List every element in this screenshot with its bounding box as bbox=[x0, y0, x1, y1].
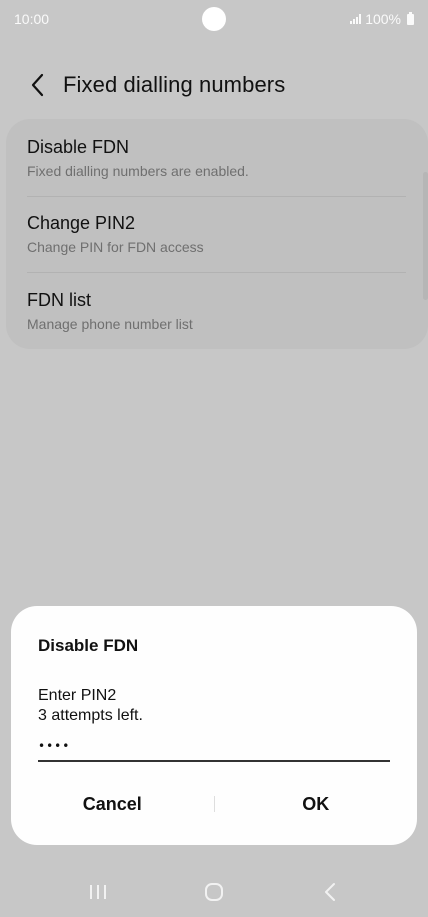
settings-item-change-pin2[interactable]: Change PIN2 Change PIN for FDN access bbox=[27, 196, 407, 272]
dialog-buttons: Cancel OK bbox=[11, 782, 417, 826]
navigation-bar bbox=[0, 866, 428, 917]
chevron-left-icon bbox=[31, 73, 44, 97]
status-time: 10:00 bbox=[14, 11, 50, 27]
dialog-title: Disable FDN bbox=[38, 636, 139, 655]
home-button[interactable] bbox=[184, 868, 244, 916]
dialog-message-attempts: 3 attempts left. bbox=[38, 707, 143, 724]
home-icon bbox=[205, 882, 223, 901]
cancel-button[interactable]: Cancel bbox=[11, 782, 214, 826]
settings-item-subtitle: Fixed dialling numbers are enabled. bbox=[27, 163, 249, 179]
settings-item-subtitle: Change PIN for FDN access bbox=[27, 239, 204, 255]
dialog-message: Enter PIN2 3 attempts left. bbox=[38, 686, 143, 726]
settings-item-title: FDN list bbox=[27, 290, 91, 310]
page-title: Fixed dialling numbers bbox=[63, 72, 286, 97]
ok-button[interactable]: OK bbox=[215, 782, 418, 826]
signal-icon bbox=[350, 14, 362, 24]
recent-apps-button[interactable] bbox=[68, 868, 128, 916]
settings-item-title: Change PIN2 bbox=[27, 213, 136, 233]
dialog-message-prompt: Enter PIN2 bbox=[38, 687, 117, 704]
recent-apps-icon bbox=[90, 884, 106, 899]
status-indicators: 100% bbox=[350, 11, 414, 27]
back-button[interactable] bbox=[20, 67, 56, 103]
disable-fdn-dialog: Disable FDN Enter PIN2 3 attempts left. … bbox=[11, 606, 417, 845]
battery-icon bbox=[407, 11, 414, 25]
nav-back-button[interactable] bbox=[300, 868, 360, 916]
settings-item-fdn-list[interactable]: FDN list Manage phone number list bbox=[27, 272, 407, 348]
settings-item-disable-fdn[interactable]: Disable FDN Fixed dialling numbers are e… bbox=[27, 119, 407, 195]
back-icon bbox=[325, 882, 335, 901]
pin2-input[interactable] bbox=[38, 734, 390, 762]
battery-percent: 100% bbox=[365, 11, 401, 27]
camera-cutout bbox=[202, 7, 226, 31]
settings-item-title: Disable FDN bbox=[27, 137, 130, 157]
settings-card: Disable FDN Fixed dialling numbers are e… bbox=[6, 119, 428, 349]
app-header: Fixed dialling numbers bbox=[0, 60, 428, 110]
scrollbar[interactable] bbox=[423, 172, 428, 300]
settings-item-subtitle: Manage phone number list bbox=[27, 316, 193, 332]
